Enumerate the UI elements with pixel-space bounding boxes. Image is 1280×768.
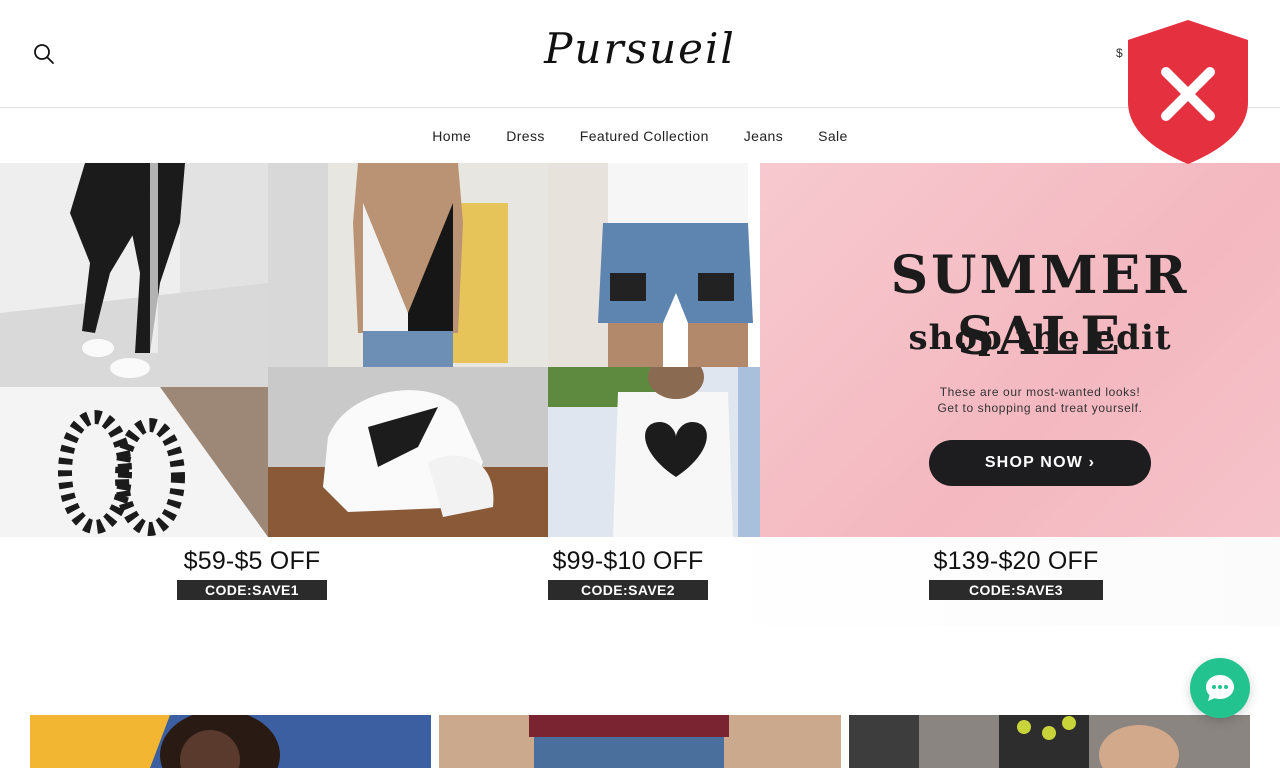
shield-x-icon[interactable] <box>1126 20 1250 164</box>
offer-code: CODE:SAVE3 <box>929 580 1103 600</box>
checkered-tank-top-image <box>268 163 548 367</box>
chat-bubble-icon[interactable] <box>1190 658 1250 718</box>
collection-tile-1[interactable] <box>30 715 431 768</box>
offer-price: $139-$20 OFF <box>933 547 1099 575</box>
collection-tile-3[interactable] <box>849 715 1250 768</box>
checkered-sneakers-image <box>268 367 548 537</box>
site-logo[interactable]: Pursueil <box>0 24 1280 73</box>
sale-description-line-1: These are our most-wanted looks! <box>939 385 1141 399</box>
offer-code: CODE:SAVE1 <box>177 580 327 600</box>
nav-item-dress[interactable]: Dress <box>506 128 545 144</box>
collection-tile-2[interactable] <box>439 715 841 768</box>
checkered-hoop-earrings-image <box>0 387 268 537</box>
site-header: Pursueil $ <box>0 0 1280 108</box>
sale-description: These are our most-wanted looks! Get to … <box>800 384 1280 416</box>
offer-tier-3: $139-$20 OFF CODE:SAVE3 <box>928 547 1104 600</box>
currency-selector[interactable]: $ <box>1116 46 1123 60</box>
hero-banner[interactable]: SUMMER SALE shop the edit These are our … <box>0 163 1280 626</box>
sale-subtitle: shop the edit <box>908 318 1172 358</box>
shop-now-button[interactable]: SHOP NOW › <box>929 440 1151 486</box>
checkered-leggings-image <box>0 163 268 387</box>
nav-item-sale[interactable]: Sale <box>818 128 848 144</box>
nav-item-home[interactable]: Home <box>432 128 471 144</box>
nav-item-jeans[interactable]: Jeans <box>744 128 783 144</box>
sale-description-line-2: Get to shopping and treat yourself. <box>937 401 1143 415</box>
offer-price: $99-$10 OFF <box>552 547 704 575</box>
offer-code: CODE:SAVE2 <box>548 580 708 600</box>
offer-price: $59-$5 OFF <box>183 547 321 575</box>
main-nav: Home Dress Featured Collection Jeans Sal… <box>0 109 1280 163</box>
offer-tier-1: $59-$5 OFF CODE:SAVE1 <box>176 547 328 600</box>
offer-tier-2: $99-$10 OFF CODE:SAVE2 <box>546 547 710 600</box>
nav-item-featured-collection[interactable]: Featured Collection <box>580 128 709 144</box>
